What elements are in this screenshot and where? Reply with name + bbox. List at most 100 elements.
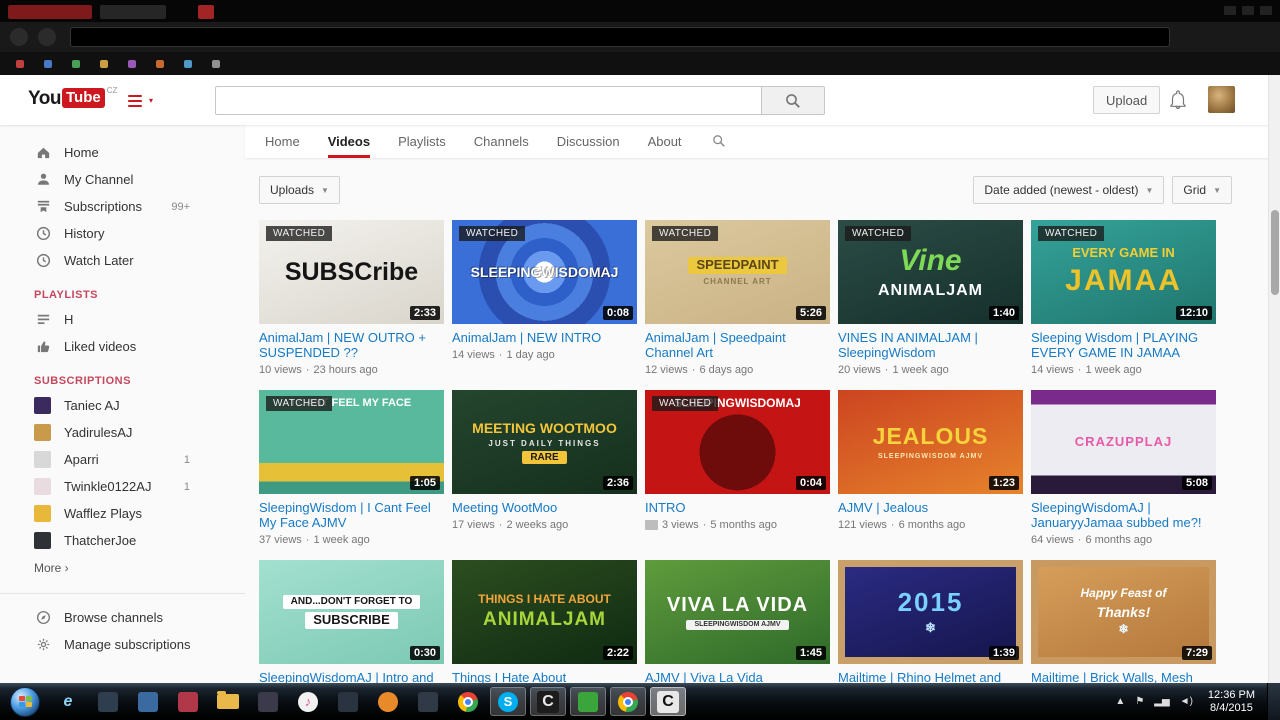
notifications-bell-icon[interactable] <box>1168 89 1188 116</box>
video-thumbnail[interactable]: AND...DON'T FORGET TO SUBSCRIBE 0:30 <box>259 560 444 664</box>
show-hidden-icons-icon[interactable]: ▲ <box>1115 696 1125 707</box>
video-thumbnail[interactable]: Vine ANIMALJAM WATCHED 1:40 <box>838 220 1023 324</box>
taskbar-camtasia-active[interactable]: C <box>650 687 686 716</box>
video-thumbnail[interactable]: Happy Feast of Thanks! ❄ 7:29 <box>1031 560 1216 664</box>
subscription-item-yadirulesaj[interactable]: YadirulesAJ <box>0 419 245 446</box>
sidebar-item-subscriptions[interactable]: Subscriptions 99+ <box>0 193 245 220</box>
video-title-link[interactable]: AnimalJam | NEW OUTRO + SUSPENDED ?? <box>259 330 444 360</box>
video-title-link[interactable]: SleepingWisdomAJ | Intro and <box>259 670 444 683</box>
search-button[interactable] <box>761 86 825 115</box>
search-input[interactable] <box>215 86 761 115</box>
browser-tab[interactable] <box>8 5 92 19</box>
video-thumbnail[interactable]: EVERY GAME IN JAMAA WATCHED 12:10 <box>1031 220 1216 324</box>
video-title-link[interactable]: Meeting WootMoo <box>452 500 637 515</box>
taskbar-app-dark-3[interactable] <box>330 687 366 716</box>
maximize-button[interactable] <box>1242 6 1254 15</box>
video-title-link[interactable]: AnimalJam | NEW INTRO <box>452 330 637 345</box>
video-title-link[interactable]: AJMV | Viva La Vida <box>645 670 830 683</box>
uploads-dropdown[interactable]: Uploads ▼ <box>259 176 340 204</box>
minimize-button[interactable] <box>1224 6 1236 15</box>
page-scrollbar[interactable] <box>1268 75 1280 683</box>
video-thumbnail[interactable]: 2015 ❄ 1:39 <box>838 560 1023 664</box>
forward-button[interactable] <box>38 28 56 46</box>
video-thumbnail[interactable]: VIVA LA VIDA SLEEPINGWISDOM AJMV 1:45 <box>645 560 830 664</box>
subscription-item-twinkle0122aj[interactable]: Twinkle0122AJ 1 <box>0 473 245 500</box>
user-avatar[interactable] <box>1208 86 1235 113</box>
tab-videos[interactable]: Videos <box>327 125 371 158</box>
youtube-logo[interactable]: You Tube CZ <box>28 86 117 110</box>
sort-dropdown[interactable]: Date added (newest - oldest) ▼ <box>973 176 1165 204</box>
subscription-item-aparri[interactable]: Aparri 1 <box>0 446 245 473</box>
taskbar-clock[interactable]: 12:36 PM 8/4/2015 <box>1208 689 1255 715</box>
subscription-item-thatcherjoe[interactable]: ThatcherJoe <box>0 527 245 554</box>
tab-about[interactable]: About <box>648 125 682 158</box>
playlist-item-h[interactable]: H <box>0 306 245 333</box>
action-center-flag-icon[interactable]: ⚑ <box>1135 696 1144 707</box>
taskbar-app-dark-1[interactable] <box>90 687 126 716</box>
taskbar-itunes[interactable]: ♪ <box>290 687 326 716</box>
video-thumbnail[interactable]: SPEEDPAINT CHANNEL ART WATCHED 5:26 <box>645 220 830 324</box>
video-title-link[interactable]: Sleeping Wisdom | PLAYING EVERY GAME IN … <box>1031 330 1216 360</box>
video-thumbnail[interactable]: SLEEPINGWISDOMAJ WATCHED 0:04 <box>645 390 830 494</box>
video-title-link[interactable]: INTRO <box>645 500 830 515</box>
back-button[interactable] <box>10 28 28 46</box>
taskbar-recorder-green[interactable] <box>570 687 606 716</box>
volume-icon[interactable]: ◄) <box>1180 696 1193 707</box>
sidebar-more-button[interactable]: More › <box>0 554 245 581</box>
bookmark-favicon[interactable] <box>44 59 52 68</box>
video-title-link[interactable]: SleepingWisdom | I Cant Feel My Face AJM… <box>259 500 444 530</box>
upload-button[interactable]: Upload <box>1093 86 1161 114</box>
video-title-link[interactable]: Things I Hate About <box>452 670 637 683</box>
video-thumbnail[interactable]: SUBSCribe WATCHED 2:33 <box>259 220 444 324</box>
playlist-item-liked-videos[interactable]: Liked videos <box>0 333 245 360</box>
taskbar-app-dark-4[interactable] <box>410 687 446 716</box>
taskbar-app-red[interactable] <box>170 687 206 716</box>
bookmark-favicon[interactable] <box>156 59 164 68</box>
guide-menu-icon[interactable]: ▾ <box>128 92 153 110</box>
network-icon[interactable]: ▂▅ <box>1154 696 1169 707</box>
tab-discussion[interactable]: Discussion <box>557 125 620 158</box>
sidebar-item-my-channel[interactable]: My Channel <box>0 166 245 193</box>
video-thumbnail[interactable]: CRAZUPPLAJ 5:08 <box>1031 390 1216 494</box>
sidebar-item-watch-later[interactable]: Watch Later <box>0 247 245 274</box>
bookmark-favicon[interactable] <box>72 59 80 68</box>
video-thumbnail[interactable]: MEETING WOOTMOO JUST DAILY THINGS RARE 2:36 <box>452 390 637 494</box>
show-desktop-button[interactable] <box>1267 683 1280 720</box>
sidebar-item-manage-subscriptions[interactable]: Manage subscriptions <box>0 631 245 658</box>
taskbar-internet-explorer[interactable]: e <box>50 687 86 716</box>
video-thumbnail[interactable]: THINGS I HATE ABOUT ANIMALJAM 2:22 <box>452 560 637 664</box>
taskbar-chrome[interactable] <box>450 687 486 716</box>
video-thumbnail[interactable]: SLEEPINGWISDOMAJ WATCHED 0:08 <box>452 220 637 324</box>
sidebar-item-history[interactable]: History <box>0 220 245 247</box>
video-title-link[interactable]: Mailtime | Rhino Helmet and <box>838 670 1023 683</box>
video-thumbnail[interactable]: I CANT FEEL MY FACE WATCHED 1:05 <box>259 390 444 494</box>
bookmark-favicon[interactable] <box>16 59 24 68</box>
video-title-link[interactable]: AnimalJam | Speedpaint Channel Art <box>645 330 830 360</box>
taskbar-camtasia[interactable]: C <box>530 687 566 716</box>
taskbar-chrome-2[interactable] <box>610 687 646 716</box>
video-title-link[interactable]: VINES IN ANIMALJAM | SleepingWisdom <box>838 330 1023 360</box>
scrollbar-thumb[interactable] <box>1271 210 1279 295</box>
close-button[interactable] <box>1260 6 1272 15</box>
bookmark-favicon[interactable] <box>212 59 220 68</box>
taskbar-app-blue[interactable] <box>130 687 166 716</box>
sidebar-item-browse-channels[interactable]: Browse channels <box>0 604 245 631</box>
video-thumbnail[interactable]: JEALOUS SLEEPINGWISDOM AJMV 1:23 <box>838 390 1023 494</box>
bookmark-favicon[interactable] <box>100 59 108 68</box>
tab-channels[interactable]: Channels <box>474 125 529 158</box>
taskbar-windows-explorer[interactable] <box>210 687 246 716</box>
taskbar-skype[interactable]: S <box>490 687 526 716</box>
subscription-item-taniec-aj[interactable]: Taniec AJ <box>0 392 245 419</box>
bookmark-favicon[interactable] <box>128 59 136 68</box>
bookmark-favicon[interactable] <box>184 59 192 68</box>
subscription-item-wafflez-plays[interactable]: Wafflez Plays <box>0 500 245 527</box>
browser-tab[interactable] <box>100 5 166 19</box>
taskbar-app-dark-2[interactable] <box>250 687 286 716</box>
video-title-link[interactable]: AJMV | Jealous <box>838 500 1023 515</box>
channel-search-icon[interactable] <box>712 125 726 158</box>
browser-tab[interactable] <box>198 5 214 19</box>
video-title-link[interactable]: Mailtime | Brick Walls, Mesh <box>1031 670 1216 683</box>
taskbar-media-player-orange[interactable] <box>370 687 406 716</box>
tab-playlists[interactable]: Playlists <box>398 125 446 158</box>
start-button[interactable] <box>10 686 40 717</box>
